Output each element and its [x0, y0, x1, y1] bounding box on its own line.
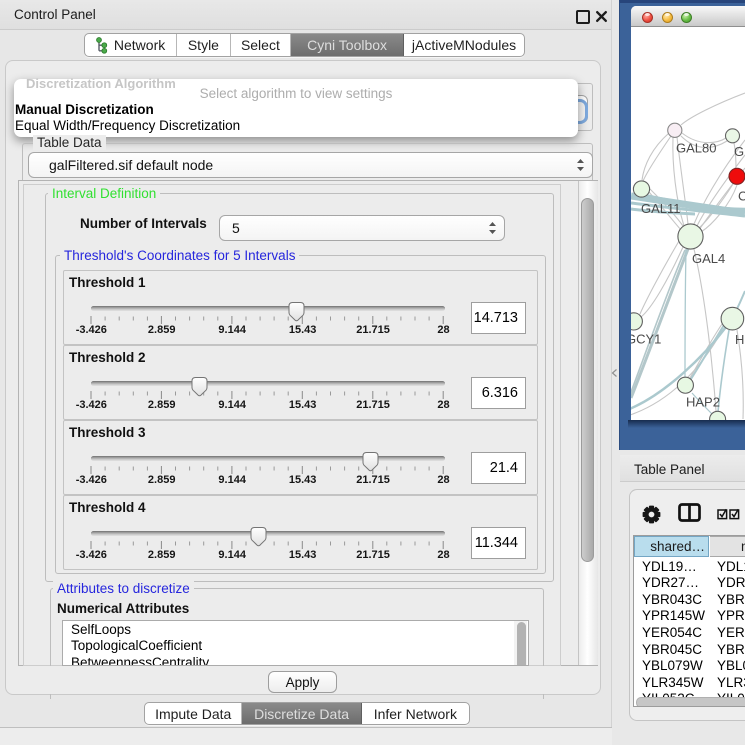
svg-text:H: H — [735, 332, 744, 347]
svg-text:GAL11: GAL11 — [641, 201, 681, 216]
svg-text:HAP2: HAP2 — [686, 395, 720, 410]
svg-text:C: C — [738, 189, 745, 204]
svg-text:GCY1: GCY1 — [631, 332, 661, 347]
svg-text:GAL4: GAL4 — [692, 251, 725, 266]
svg-text:GAL80: GAL80 — [676, 141, 716, 156]
svg-text:G.: G. — [734, 144, 745, 159]
